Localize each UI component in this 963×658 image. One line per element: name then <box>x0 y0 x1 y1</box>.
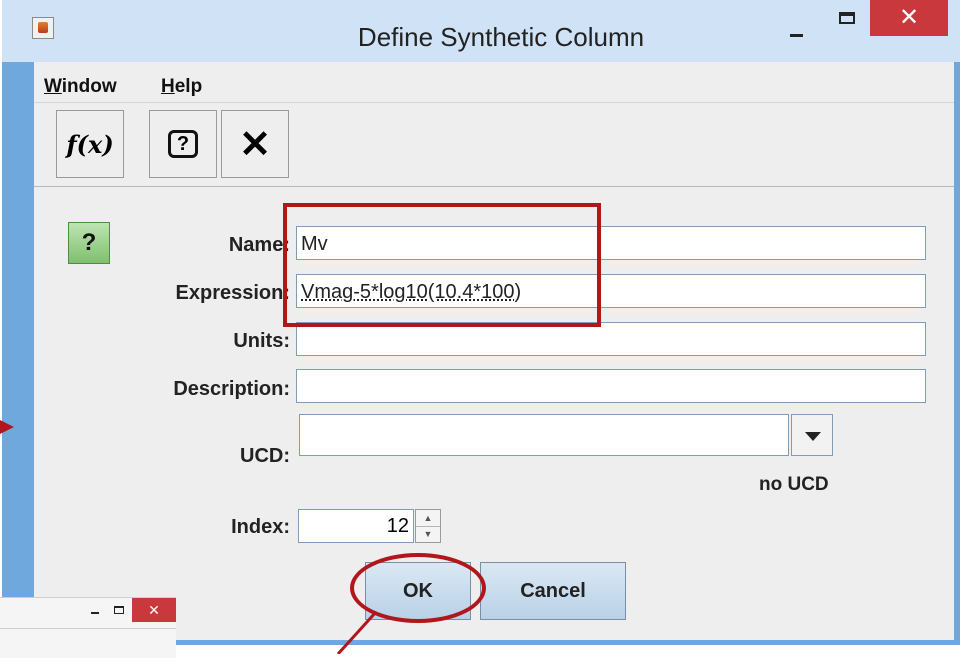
annotation-pointer-line <box>336 610 378 654</box>
annotation-arrowhead <box>0 420 14 434</box>
annotation-arrows <box>0 420 378 654</box>
